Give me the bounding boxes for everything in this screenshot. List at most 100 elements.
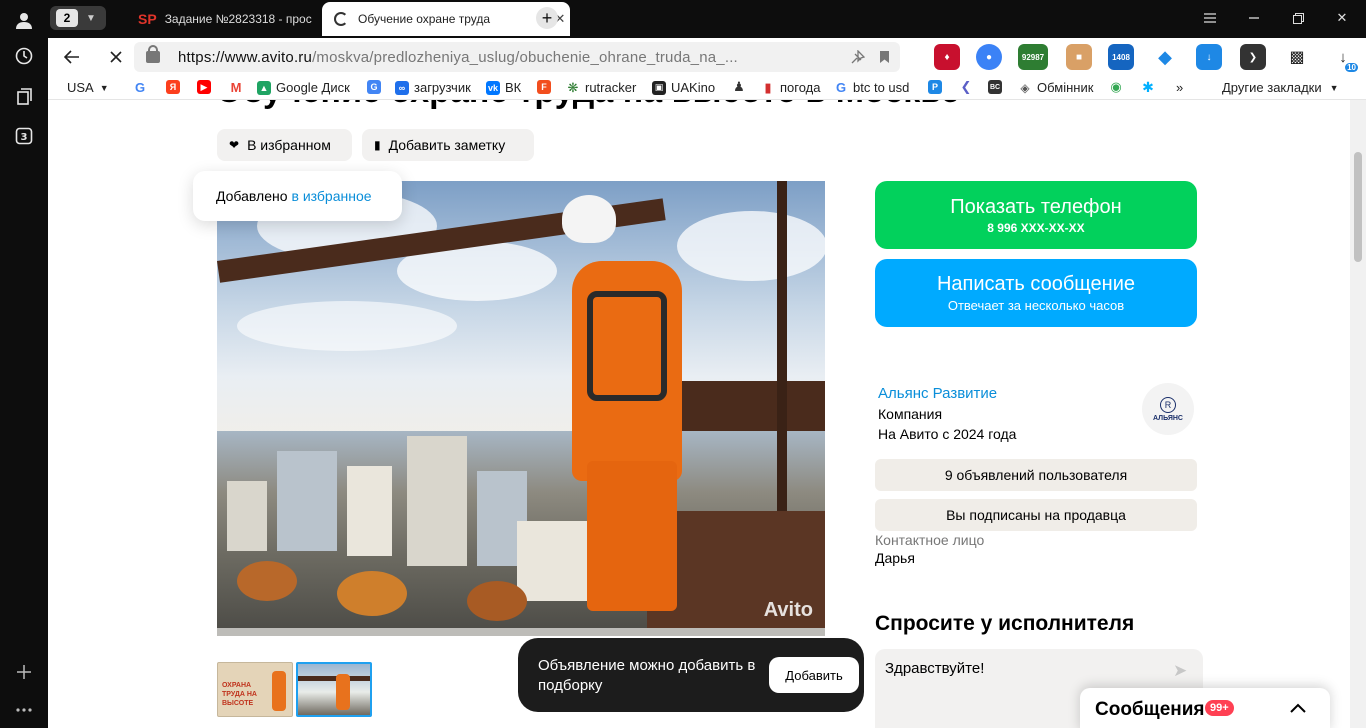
bookmark-bc[interactable]: BC — [988, 80, 1007, 94]
rutracker-icon: ❋ — [567, 79, 579, 95]
address-toolbar: https://www.avito.ru/moskva/predlozheniy… — [48, 38, 1366, 76]
extension-dark-icon[interactable]: ❯ — [1240, 44, 1266, 70]
toast-add-button[interactable]: Добавить — [769, 657, 859, 693]
tab-group-button[interactable]: 2 ▼ — [50, 6, 106, 30]
seller-name-link[interactable]: Альянс Развитие — [878, 385, 997, 402]
url-text[interactable]: https://www.avito.ru/moskva/predlozheniy… — [178, 49, 738, 66]
bookmark-youtube[interactable]: ▶ — [197, 80, 216, 94]
figma-icon: F — [537, 80, 551, 94]
show-phone-button[interactable]: Показать телефон 8 996 XXX-XX-XX — [875, 181, 1197, 249]
add-panel-icon[interactable] — [12, 660, 36, 684]
add-to-collection-toast: Объявление можно добавить в подборку Доб… — [518, 638, 864, 712]
more-bookmarks-button[interactable]: » — [1176, 80, 1183, 95]
chess-icon: ♟ — [733, 79, 745, 94]
collections-icon[interactable] — [12, 84, 36, 108]
write-message-button[interactable]: Написать сообщение Отвечает за несколько… — [875, 259, 1197, 327]
thumbnail-1[interactable]: ОХРАНА ТРУДА НА ВЫСОТЕ — [217, 662, 293, 717]
p-icon: P — [928, 80, 942, 94]
yandex-icon: Я — [166, 80, 180, 94]
star-icon: ✱ — [1142, 78, 1154, 95]
extension-diamond-icon[interactable]: ◆ — [1152, 44, 1178, 70]
page-title: Обучение охране труда на высоте в Москве — [216, 100, 960, 111]
bookmark-loader[interactable]: ∞ загрузчик — [395, 80, 471, 95]
note-icon: ▮ — [374, 138, 381, 152]
seller-type: Компания — [878, 406, 943, 422]
close-window-icon[interactable]: ✕ — [1330, 8, 1354, 28]
back-icon[interactable] — [61, 46, 83, 68]
chevron-down-icon: ▼ — [86, 12, 96, 24]
google-icon: G — [835, 80, 847, 95]
gmail-icon: M — [230, 79, 242, 95]
bookmark-google-drive[interactable]: ▲ Google Диск — [257, 80, 350, 95]
photo-scrollbar[interactable] — [217, 628, 825, 636]
extension-face-icon[interactable]: ■ — [1066, 44, 1092, 70]
subscribed-button[interactable]: Вы подписаны на продавца — [875, 499, 1197, 531]
chevron-down-icon: ▼ — [99, 82, 109, 93]
thumbnail-2-selected[interactable] — [296, 662, 372, 717]
bookmark-diamond[interactable]: ❮ — [959, 79, 978, 94]
bookmark-gmail[interactable]: M — [229, 79, 248, 95]
youtube-icon: ▶ — [197, 80, 211, 94]
send-icon[interactable]: ➤ — [1173, 661, 1191, 680]
stop-loading-icon[interactable] — [105, 46, 127, 68]
bookmark-weather[interactable]: ▮ погода — [761, 79, 820, 96]
extension-globe-icon[interactable]: ● — [976, 44, 1002, 70]
profile-icon[interactable] — [12, 8, 36, 32]
tab-counter-icon[interactable]: 3 — [12, 124, 36, 148]
bookmark-chess[interactable]: ♟ — [732, 79, 751, 94]
seller-avatar[interactable]: R АЛЬЯНС — [1142, 383, 1194, 435]
pin-icon[interactable] — [850, 49, 866, 65]
more-icon[interactable] — [12, 698, 36, 722]
bookmark-folder-usa[interactable]: USA ▼ — [67, 80, 109, 95]
menu-icon[interactable] — [1198, 8, 1222, 28]
bookmark-btc[interactable]: Gbtc to usd — [834, 80, 909, 95]
bookmark-star[interactable]: ✱ — [1141, 78, 1160, 95]
tab-active[interactable]: Обучение охране труда ✕ — [322, 2, 570, 36]
google-icon: G — [134, 79, 146, 95]
extension-counter-1[interactable]: 92987 — [1018, 44, 1048, 70]
bookmark-figma[interactable]: F — [537, 80, 556, 94]
listing-photo[interactable]: Avito — [217, 181, 825, 636]
minimize-icon[interactable] — [1242, 8, 1266, 28]
download-arrow-icon[interactable]: ↓ — [1196, 44, 1222, 70]
messages-badge: 99+ — [1205, 700, 1234, 716]
bookmark-google[interactable]: G — [133, 79, 152, 95]
chevron-up-icon[interactable] — [1286, 696, 1310, 720]
favorite-button[interactable]: ❤ В избранном — [217, 129, 352, 161]
tab-favicon: SP — [138, 11, 157, 27]
bookmark-p[interactable]: P — [928, 80, 947, 94]
extension-shield-icon[interactable]: ♦ — [934, 44, 960, 70]
restore-icon[interactable] — [1286, 8, 1310, 28]
url-bar[interactable]: https://www.avito.ru/moskva/predlozheniy… — [134, 42, 900, 72]
new-tab-button[interactable]: + — [536, 7, 558, 29]
history-icon[interactable] — [12, 44, 36, 68]
tab-strip: 2 ▼ SP Задание №2823318 - прос Обучение … — [48, 0, 1366, 38]
downloads-icon[interactable]: ↓ 10 — [1330, 44, 1358, 72]
bookmark-exchange[interactable]: ◈ Обмінник — [1018, 80, 1093, 95]
extensions-icon[interactable]: ▩ — [1284, 44, 1310, 70]
diamond-icon: ❮ — [960, 79, 972, 94]
avito-watermark: Avito — [763, 599, 813, 621]
bookmark-translate[interactable]: G — [367, 80, 386, 94]
messages-widget[interactable]: Сообщения 99+ — [1080, 688, 1330, 728]
bookmark-icon[interactable] — [876, 49, 892, 65]
bookmark-vk[interactable]: vk ВК — [486, 80, 521, 95]
extension-counter-2[interactable]: 1408 — [1108, 44, 1134, 70]
add-note-button[interactable]: ▮ Добавить заметку — [362, 129, 534, 161]
bookmark-yandex[interactable]: Я — [166, 80, 185, 94]
heart-icon: ❤ — [229, 138, 240, 152]
bookmark-uakino[interactable]: ▣ UAKino — [652, 80, 715, 95]
bookmark-rutracker[interactable]: ❋ rutracker — [566, 79, 637, 96]
favorites-link[interactable]: в избранное — [292, 188, 372, 204]
bookmark-maps[interactable]: ◉ — [1109, 79, 1128, 94]
svg-text:3: 3 — [21, 132, 28, 143]
uakino-icon: ▣ — [652, 80, 666, 95]
thermometer-icon: ▮ — [764, 79, 772, 95]
vk-icon: vk — [486, 80, 500, 95]
tab-inactive[interactable]: SP Задание №2823318 - прос — [128, 2, 318, 36]
user-ads-button[interactable]: 9 объявлений пользователя — [875, 459, 1197, 491]
page-scrollbar[interactable] — [1350, 100, 1366, 728]
other-bookmarks-folder[interactable]: Другие закладки ▼ — [1222, 80, 1339, 95]
lock-icon[interactable] — [146, 45, 160, 63]
avito-page: Обучение охране труда на высоте в Москве… — [48, 100, 1350, 728]
